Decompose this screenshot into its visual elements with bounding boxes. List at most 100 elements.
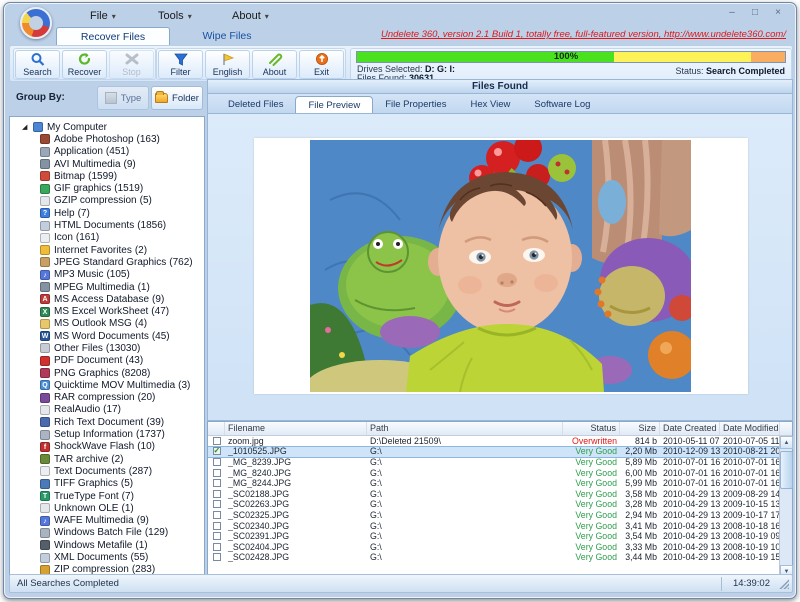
scroll-up-icon[interactable]: ▲ [780, 436, 793, 449]
app-logo-icon [20, 7, 52, 39]
tree-item[interactable]: RAR compression (20) [10, 392, 204, 404]
tree-item[interactable]: MS Outlook MSG (4) [10, 318, 204, 330]
tree-item-label: RAR compression [54, 392, 135, 404]
table-row[interactable]: _SC02263.JPG G:\ Very Good 3,28 Mb 2010-… [208, 499, 792, 511]
tree-root-my-computer[interactable]: ◢ My Computer [10, 121, 204, 133]
header-status[interactable]: Status [563, 422, 620, 435]
table-row[interactable]: _SC02325.JPG G:\ Very Good 2,94 Mb 2010-… [208, 510, 792, 521]
header-checkbox[interactable] [208, 422, 225, 435]
table-row[interactable]: _SC02188.JPG G:\ Very Good 3,58 Mb 2010-… [208, 489, 792, 500]
tree-item[interactable]: Bitmap (1599) [10, 170, 204, 182]
table-row[interactable]: _SC02391.JPG G:\ Very Good 3,54 Mb 2010-… [208, 531, 792, 542]
preview-tab[interactable]: Software Log [522, 96, 602, 113]
menu-file[interactable]: File ▾ [84, 8, 122, 24]
tree-item[interactable]: Rich Text Document (39) [10, 416, 204, 428]
minimize-button[interactable]: – [724, 6, 740, 20]
recover-button[interactable]: Recover [62, 50, 107, 79]
row-checkbox[interactable] [212, 479, 221, 488]
maximize-button[interactable]: □ [747, 6, 763, 20]
row-checkbox[interactable] [212, 500, 221, 509]
row-checkbox[interactable] [212, 468, 221, 477]
language-button[interactable]: English [205, 50, 250, 79]
preview-tab[interactable]: Deleted Files [216, 96, 295, 113]
tree-item[interactable]: f ShockWave Flash (10) [10, 441, 204, 453]
tree-item[interactable]: ? Help (7) [10, 207, 204, 219]
tree-item[interactable]: Icon (161) [10, 232, 204, 244]
header-path[interactable]: Path [367, 422, 563, 435]
tree-item[interactable]: GZIP compression (5) [10, 195, 204, 207]
row-checkbox[interactable] [212, 521, 221, 530]
tree-item[interactable]: TIFF Graphics (5) [10, 478, 204, 490]
search-button[interactable]: Search [15, 50, 60, 79]
promo-link[interactable]: Undelete 360, version 2.1 Build 1, total… [381, 29, 786, 40]
row-checkbox[interactable] [212, 447, 221, 456]
tree-item[interactable]: GIF graphics (1519) [10, 182, 204, 194]
header-date-created[interactable]: Date Created [660, 422, 720, 435]
tree-item[interactable]: Adobe Photoshop (163) [10, 133, 204, 145]
chevron-down-icon[interactable]: ▾ [112, 12, 116, 21]
row-checkbox[interactable] [212, 553, 221, 562]
tree-item[interactable]: AVI Multimedia (9) [10, 158, 204, 170]
tree-item[interactable]: TAR archive (2) [10, 453, 204, 465]
chevron-down-icon[interactable]: ▾ [265, 12, 269, 21]
tree-item[interactable]: Q Quicktime MOV Multimedia (3) [10, 379, 204, 391]
row-checkbox[interactable] [212, 542, 221, 551]
tree-item[interactable]: Windows Metafile (1) [10, 539, 204, 551]
tree-item[interactable]: Other Files (13030) [10, 342, 204, 354]
menu-about[interactable]: About ▾ [226, 8, 275, 24]
table-row[interactable]: _SC02440.JPG G:\ Very Good 3,13 Mb 2010-… [208, 563, 792, 564]
tree-item[interactable]: Internet Favorites (2) [10, 244, 204, 256]
table-row[interactable]: _MG_8240.JPG G:\ Very Good 6,00 Mb 2010-… [208, 468, 792, 479]
menu-tools[interactable]: Tools ▾ [152, 8, 198, 24]
tree-item[interactable]: XML Documents (55) [10, 551, 204, 563]
tree-item[interactable]: Application (451) [10, 146, 204, 158]
tree-item[interactable]: T TrueType Font (7) [10, 490, 204, 502]
tree-item[interactable]: PNG Graphics (8208) [10, 367, 204, 379]
row-checkbox[interactable] [212, 510, 221, 519]
about-button[interactable]: About [252, 50, 297, 79]
chevron-down-icon[interactable]: ▾ [188, 12, 192, 21]
scrollbar-thumb[interactable] [780, 451, 793, 489]
tree-item[interactable]: ♪ WAFE Multimedia (9) [10, 515, 204, 527]
header-size[interactable]: Size [620, 422, 660, 435]
table-row[interactable]: _MG_8239.JPG G:\ Very Good 5,89 Mb 2010-… [208, 457, 792, 468]
exit-button[interactable]: Exit [299, 50, 344, 79]
table-row[interactable]: _SC02428.JPG G:\ Very Good 3,44 Mb 2010-… [208, 552, 792, 564]
tree-expander-icon[interactable]: ◢ [22, 123, 31, 131]
tree-item[interactable]: MPEG Multimedia (1) [10, 281, 204, 293]
row-checkbox[interactable] [212, 489, 221, 498]
tree-item-count: (163) [136, 133, 160, 145]
row-checkbox[interactable] [212, 436, 221, 445]
filter-button[interactable]: Filter [158, 50, 203, 79]
tree-item[interactable]: HTML Documents (1856) [10, 219, 204, 231]
table-row[interactable]: _SC02404.JPG G:\ Very Good 3,33 Mb 2010-… [208, 542, 792, 553]
table-row[interactable]: _1010525.JPG G:\ Very Good 2,20 Mb 2010-… [208, 445, 792, 459]
table-row[interactable]: zoom.jpg D:\Deleted 21509\ Overwritten 8… [208, 436, 792, 447]
group-by-folder-button[interactable]: Folder [151, 86, 203, 110]
table-row[interactable]: _SC02340.JPG G:\ Very Good 3,41 Mb 2010-… [208, 521, 792, 532]
main-tab[interactable]: Wipe Files [170, 27, 284, 45]
table-scrollbar[interactable]: ▲ ▼ [779, 436, 793, 578]
preview-tab[interactable]: File Properties [373, 96, 458, 113]
preview-tab[interactable]: Hex View [458, 96, 522, 113]
header-filename[interactable]: Filename [225, 422, 367, 435]
row-checkbox[interactable] [212, 457, 221, 466]
tree-item[interactable]: JPEG Standard Graphics (762) [10, 256, 204, 268]
tree-item[interactable]: Text Documents (287) [10, 465, 204, 477]
tree-item[interactable]: PDF Document (43) [10, 355, 204, 367]
row-checkbox[interactable] [212, 532, 221, 541]
main-tab[interactable]: Recover Files [56, 27, 170, 45]
tree-item[interactable]: Setup Information (1737) [10, 428, 204, 440]
tree-item[interactable]: Unknown OLE (1) [10, 502, 204, 514]
close-button[interactable]: × [770, 6, 786, 20]
tree-item[interactable]: A MS Access Database (9) [10, 293, 204, 305]
table-row[interactable]: _MG_8244.JPG G:\ Very Good 5,99 Mb 2010-… [208, 478, 792, 489]
tree-item[interactable]: W MS Word Documents (45) [10, 330, 204, 342]
preview-tab[interactable]: File Preview [295, 96, 374, 113]
tree-item[interactable]: X MS Excel WorkSheet (47) [10, 305, 204, 317]
tree-item[interactable]: RealAudio (17) [10, 404, 204, 416]
tree-item[interactable]: ♪ MP3 Music (105) [10, 269, 204, 281]
header-date-modified[interactable]: Date Modified [720, 422, 780, 435]
tree-item[interactable]: Windows Batch File (129) [10, 527, 204, 539]
resize-grip[interactable] [779, 579, 789, 589]
